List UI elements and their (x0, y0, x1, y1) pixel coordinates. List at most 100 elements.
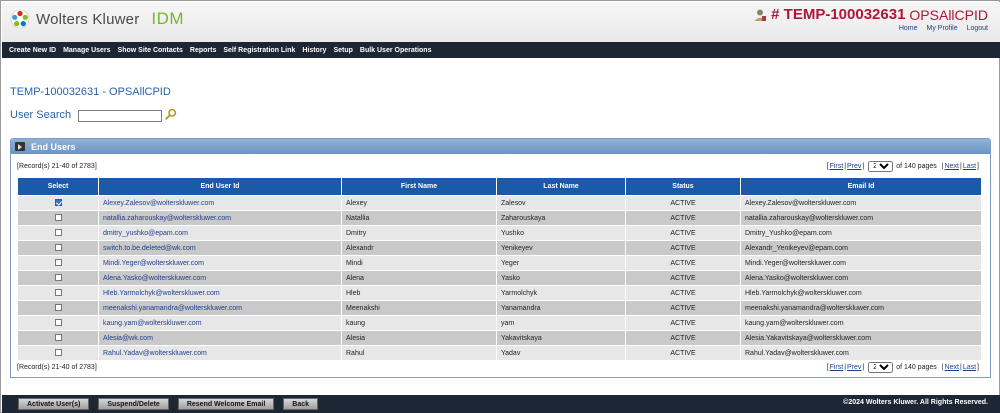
user-search-label: User Search (10, 109, 72, 121)
user-id-link[interactable]: Hleb.Yarmolchyk@wolterskluwer.com (103, 290, 220, 297)
first-name-cell: Alena (342, 271, 496, 285)
user-id-link[interactable]: natallia.zaharouskay@wolterskluwer.com (103, 215, 231, 222)
user-id-cell: Alexey.Zalesov@wolterskluwer.com (99, 196, 341, 210)
back-button[interactable]: Back (283, 398, 319, 410)
logout-link[interactable]: Logout (967, 25, 988, 32)
nav-setup[interactable]: Setup (333, 47, 352, 54)
resend-welcome-email-button[interactable]: Resend Welcome Email (177, 398, 275, 410)
select-cell (18, 211, 98, 225)
pager-last-link[interactable]: Last (963, 364, 976, 371)
select-checkbox[interactable] (54, 214, 62, 222)
page-count: of 140 pages (896, 364, 937, 371)
status-cell: ACTIVE (626, 331, 740, 345)
select-checkbox[interactable] (54, 244, 62, 252)
select-checkbox[interactable] (54, 259, 62, 267)
collapse-toggle-icon[interactable] (15, 142, 25, 151)
user-id-cell: natallia.zaharouskay@wolterskluwer.com (99, 211, 341, 225)
user-id-link[interactable]: dmitry_yushko@epam.com (103, 230, 188, 237)
col-last-name[interactable]: Last Name (497, 178, 625, 195)
user-id-link[interactable]: meenakshi.yanamandra@wolterskluwer.com (103, 305, 242, 312)
table-row: Alena.Yasko@wolterskluwer.com Alena Yasko A… (18, 271, 981, 285)
status-cell: ACTIVE (626, 316, 740, 330)
select-cell (18, 271, 98, 285)
col-end-user-id[interactable]: End User Id (99, 178, 341, 195)
select-checkbox[interactable] (54, 304, 62, 312)
pager-prev-link[interactable]: Prev (847, 364, 861, 371)
brand-logo: Wolters Kluwer IDM (10, 9, 184, 29)
activate-users-button[interactable]: Activate User(s) (18, 398, 90, 410)
table-header-row: Select End User Id First Name Last Name … (18, 178, 981, 195)
suspend-delete-button[interactable]: Suspend/Delete (98, 398, 169, 410)
status-cell: ACTIVE (626, 271, 740, 285)
email-cell: kaung.yam@wolterskluwer.com (741, 316, 981, 330)
select-checkbox[interactable] (54, 334, 62, 342)
nav-manage-users[interactable]: Manage Users (63, 47, 110, 54)
org-id: # TEMP-100032631 (771, 6, 906, 23)
pager-next-link[interactable]: Next (945, 163, 959, 170)
search-icon[interactable] (165, 108, 177, 120)
pager-last-link[interactable]: Last (963, 163, 976, 170)
select-checkbox[interactable] (54, 274, 62, 282)
page-select[interactable]: 2 (868, 161, 894, 172)
nav-bulk-user-operations[interactable]: Bulk User Operations (360, 47, 432, 54)
first-name-cell: Alesia (342, 331, 496, 345)
select-checkbox[interactable] (54, 289, 62, 297)
home-link[interactable]: Home (899, 25, 918, 32)
table-row: kaung.yam@wolterskluwer.com kaung yam ACTIV… (18, 316, 981, 330)
user-id-cell: dmitry_yushko@epam.com (99, 226, 341, 240)
user-search-input[interactable] (78, 110, 162, 122)
nav-history[interactable]: History (302, 47, 326, 54)
email-cell: Dmitry_Yushko@epam.com (741, 226, 981, 240)
user-id-cell: Hleb.Yarmolchyk@wolterskluwer.com (99, 286, 341, 300)
last-name-cell: Yasko (497, 271, 625, 285)
status-cell: ACTIVE (626, 226, 740, 240)
page-select[interactable]: 2 (868, 362, 894, 373)
nav-reports[interactable]: Reports (190, 47, 216, 54)
user-id-link[interactable]: Rahul.Yadav@wolterskluwer.com (103, 350, 207, 357)
pager-prev-link[interactable]: Prev (847, 163, 861, 170)
select-checkbox[interactable] (54, 319, 62, 327)
pager-first-link[interactable]: First (830, 163, 844, 170)
pager-first-link[interactable]: First (830, 364, 844, 371)
email-cell: Mindi.Yeger@wolterskluwer.com (741, 256, 981, 270)
table-row: Rahul.Yadav@wolterskluwer.com Rahul Yadav A… (18, 346, 981, 360)
email-cell: Alexandr_Yenikeyev@epam.com (741, 241, 981, 255)
select-checkbox[interactable] (54, 349, 62, 357)
select-cell (18, 346, 98, 360)
table-body: Alexey.Zalesov@wolterskluwer.com Alexey Za… (18, 196, 981, 360)
last-name-cell: Yenikeyev (497, 241, 625, 255)
nav-self-registration-link[interactable]: Self Registration Link (223, 47, 295, 54)
email-cell: Rahul.Yadav@wolterskluwer.com (741, 346, 981, 360)
col-status[interactable]: Status (626, 178, 740, 195)
first-name-cell: Mindi (342, 256, 496, 270)
col-email-id[interactable]: Email Id (741, 178, 981, 195)
user-id-link[interactable]: Mindi.Yeger@wolterskluwer.com (103, 260, 204, 267)
my-profile-link[interactable]: My Profile (927, 25, 958, 32)
col-first-name[interactable]: First Name (342, 178, 496, 195)
email-cell: natallia.zaharouskay@wolterskluwer.com (741, 211, 981, 225)
select-checkbox[interactable] (54, 229, 62, 237)
pager-next-link[interactable]: Next (945, 364, 959, 371)
user-id-link[interactable]: Alexey.Zalesov@wolterskluwer.com (103, 200, 214, 207)
status-cell: ACTIVE (626, 301, 740, 315)
nav-create-new-id[interactable]: Create New ID (9, 47, 56, 54)
status-cell: ACTIVE (626, 241, 740, 255)
top-links: Home My Profile Logout (892, 25, 988, 32)
user-id-link[interactable]: switch.to.be.deleted@wk.com (103, 245, 196, 252)
pager-bottom: [First | Prev | 2 of 140 pages | Next | Last… (826, 362, 980, 373)
last-name-cell: Yakavitskaya (497, 331, 625, 345)
nav-show-site-contacts[interactable]: Show Site Contacts (118, 47, 183, 54)
user-id-link[interactable]: Alesia@wk.com (103, 335, 153, 342)
last-name-cell: Yeger (497, 256, 625, 270)
pager-top: [First | Prev | 2 of 140 pages | Next | Last… (826, 161, 980, 172)
page-title: TEMP-100032631 - OPSAllCPID (10, 86, 171, 98)
user-id-link[interactable]: kaung.yam@wolterskluwer.com (103, 320, 202, 327)
select-cell (18, 301, 98, 315)
first-name-cell: kaung (342, 316, 496, 330)
email-cell: Alena.Yasko@wolterskluwer.com (741, 271, 981, 285)
user-id-link[interactable]: Alena.Yasko@wolterskluwer.com (103, 275, 206, 282)
copyright: ©2024 Wolters Kluwer. All Rights Reserve… (843, 399, 988, 406)
select-checkbox[interactable] (54, 199, 62, 207)
last-name-cell: Zaharouskaya (497, 211, 625, 225)
table-row: Alexey.Zalesov@wolterskluwer.com Alexey Za… (18, 196, 981, 210)
